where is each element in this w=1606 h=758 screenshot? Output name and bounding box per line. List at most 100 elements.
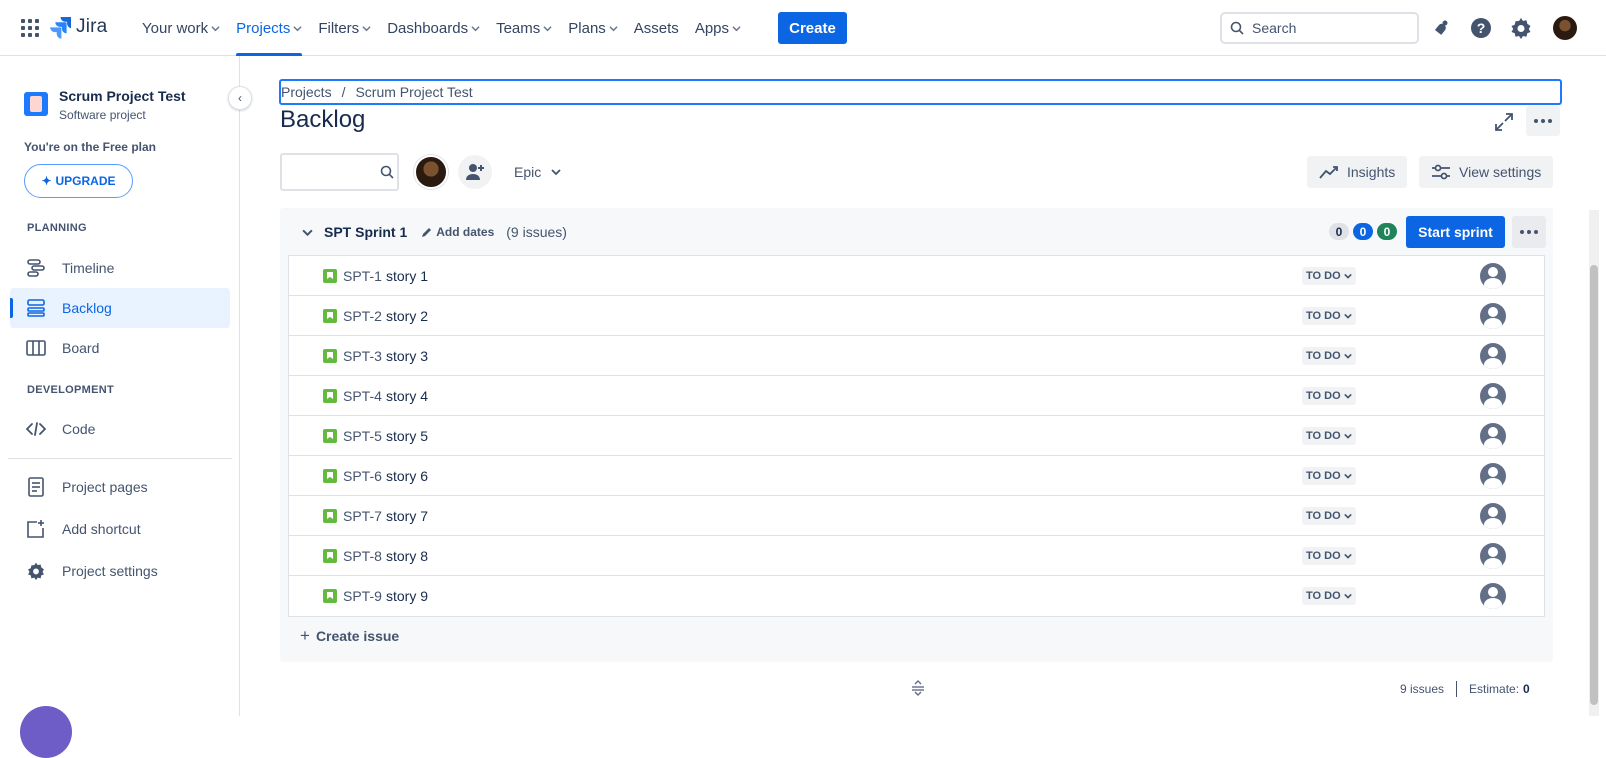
sidebar-item-label: Project settings xyxy=(62,563,158,579)
search-input[interactable] xyxy=(1252,20,1402,36)
issue-key[interactable]: SPT-1 xyxy=(343,268,382,284)
start-sprint-button[interactable]: Start sprint xyxy=(1406,216,1505,248)
unassigned-avatar-icon[interactable] xyxy=(1480,263,1506,289)
issue-status-dropdown[interactable]: TO DO xyxy=(1302,547,1356,565)
help-icon[interactable]: ? xyxy=(1469,16,1493,40)
jira-logo[interactable]: Jira xyxy=(50,15,107,39)
create-button[interactable]: Create xyxy=(778,12,847,44)
board-search[interactable] xyxy=(280,153,399,191)
issue-summary[interactable]: story 4 xyxy=(386,388,428,404)
issue-key[interactable]: SPT-7 xyxy=(343,508,382,524)
help-widget-avatar[interactable] xyxy=(20,706,72,758)
sidebar-item-timeline[interactable]: Timeline xyxy=(10,248,230,288)
unassigned-avatar-icon[interactable] xyxy=(1480,543,1506,569)
notifications-icon[interactable] xyxy=(1429,16,1453,40)
scrollbar-thumb[interactable] xyxy=(1590,265,1598,705)
unassigned-avatar-icon[interactable] xyxy=(1480,343,1506,369)
nav-item-filters[interactable]: Filters xyxy=(310,0,379,56)
sprint-more-actions-button[interactable] xyxy=(1512,216,1546,248)
issue-summary[interactable]: story 8 xyxy=(386,548,428,564)
nav-item-assets[interactable]: Assets xyxy=(626,0,687,56)
sidebar-item-backlog[interactable]: Backlog xyxy=(10,288,230,328)
user-avatar[interactable] xyxy=(1553,16,1577,40)
nav-item-your-work[interactable]: Your work xyxy=(134,0,228,56)
issue-summary[interactable]: story 6 xyxy=(386,468,428,484)
issue-row[interactable]: SPT-4 story 4 TO DO xyxy=(289,376,1544,416)
sidebar-item-label: Code xyxy=(62,421,96,437)
issue-row[interactable]: SPT-2 story 2 TO DO xyxy=(289,296,1544,336)
app-switcher-icon[interactable] xyxy=(20,18,40,38)
issue-status-dropdown[interactable]: TO DO xyxy=(1302,387,1356,405)
issue-row[interactable]: SPT-5 story 5 TO DO xyxy=(289,416,1544,456)
epic-filter-dropdown[interactable]: Epic xyxy=(506,156,569,188)
issue-key[interactable]: SPT-9 xyxy=(343,588,382,604)
issue-status-dropdown[interactable]: TO DO xyxy=(1302,427,1356,445)
issue-summary[interactable]: story 1 xyxy=(386,268,428,284)
sliders-icon xyxy=(1432,164,1450,180)
issue-row[interactable]: SPT-9 story 9 TO DO xyxy=(289,576,1544,616)
issue-summary[interactable]: story 7 xyxy=(386,508,428,524)
issue-key[interactable]: SPT-6 xyxy=(343,468,382,484)
chevron-down-icon[interactable] xyxy=(302,227,318,238)
issue-key[interactable]: SPT-3 xyxy=(343,348,382,364)
story-icon xyxy=(323,269,337,283)
issue-status-dropdown[interactable]: TO DO xyxy=(1302,467,1356,485)
sidebar-item-code[interactable]: Code xyxy=(10,409,230,449)
breadcrumb-project-link[interactable]: Scrum Project Test xyxy=(355,84,472,100)
unassigned-avatar-icon[interactable] xyxy=(1480,303,1506,329)
issue-key[interactable]: SPT-8 xyxy=(343,548,382,564)
assignee-filter-avatar[interactable] xyxy=(414,155,448,189)
issue-row[interactable]: SPT-1 story 1 TO DO xyxy=(289,256,1544,296)
footer-estimate-label: Estimate: xyxy=(1469,682,1520,696)
issue-status-label: TO DO xyxy=(1306,550,1341,562)
issue-status-dropdown[interactable]: TO DO xyxy=(1302,307,1356,325)
issue-key[interactable]: SPT-5 xyxy=(343,428,382,444)
issue-status-dropdown[interactable]: TO DO xyxy=(1302,347,1356,365)
issue-summary[interactable]: story 5 xyxy=(386,428,428,444)
insights-button[interactable]: Insights xyxy=(1307,156,1408,188)
resize-handle-icon[interactable] xyxy=(910,680,926,696)
create-issue-button[interactable]: + Create issue xyxy=(300,626,399,646)
issue-summary[interactable]: story 3 xyxy=(386,348,428,364)
issue-key[interactable]: SPT-4 xyxy=(343,388,382,404)
project-header[interactable]: Scrum Project Test Software project xyxy=(24,88,186,122)
issue-status-dropdown[interactable]: TO DO xyxy=(1302,587,1356,605)
sidebar-item-board[interactable]: Board xyxy=(10,328,230,368)
board-search-input[interactable] xyxy=(290,164,380,180)
add-people-button[interactable] xyxy=(458,155,492,189)
issue-key[interactable]: SPT-2 xyxy=(343,308,382,324)
issue-status-dropdown[interactable]: TO DO xyxy=(1302,267,1356,285)
unassigned-avatar-icon[interactable] xyxy=(1480,383,1506,409)
issue-summary[interactable]: story 9 xyxy=(386,588,428,604)
unassigned-avatar-icon[interactable] xyxy=(1480,503,1506,529)
issue-summary[interactable]: story 2 xyxy=(386,308,428,324)
sidebar-item-project-pages[interactable]: Project pages xyxy=(10,467,230,507)
nav-item-apps[interactable]: Apps xyxy=(687,0,749,56)
issue-row[interactable]: SPT-8 story 8 TO DO xyxy=(289,536,1544,576)
backlog-icon xyxy=(27,299,45,317)
search-box[interactable] xyxy=(1220,12,1419,44)
unassigned-avatar-icon[interactable] xyxy=(1480,463,1506,489)
status-count-badge: 0 xyxy=(1353,223,1373,240)
issue-row[interactable]: SPT-7 story 7 TO DO xyxy=(289,496,1544,536)
nav-item-projects[interactable]: Projects xyxy=(228,0,310,56)
sidebar-item-add-shortcut[interactable]: Add shortcut xyxy=(10,509,230,549)
issue-row[interactable]: SPT-3 story 3 TO DO xyxy=(289,336,1544,376)
nav-item-plans[interactable]: Plans xyxy=(560,0,626,56)
nav-item-dashboards[interactable]: Dashboards xyxy=(379,0,488,56)
issue-row[interactable]: SPT-6 story 6 TO DO xyxy=(289,456,1544,496)
nav-item-teams[interactable]: Teams xyxy=(488,0,560,56)
add-dates-button[interactable]: Add dates xyxy=(421,225,494,239)
view-settings-button[interactable]: View settings xyxy=(1419,156,1554,188)
unassigned-avatar-icon[interactable] xyxy=(1480,423,1506,449)
settings-gear-icon[interactable] xyxy=(1509,16,1533,40)
unassigned-avatar-icon[interactable] xyxy=(1480,583,1506,609)
more-actions-button[interactable] xyxy=(1526,106,1560,136)
upgrade-button[interactable]: ✦ UPGRADE xyxy=(24,164,133,198)
breadcrumb-projects-link[interactable]: Projects xyxy=(281,84,332,100)
fullscreen-icon[interactable] xyxy=(1492,110,1516,134)
project-sidebar: Scrum Project Test Software project You'… xyxy=(0,56,240,758)
issue-status-dropdown[interactable]: TO DO xyxy=(1302,507,1356,525)
sidebar-item-project-settings[interactable]: Project settings xyxy=(10,551,230,591)
collapse-sidebar-button[interactable]: ‹ xyxy=(228,86,252,110)
